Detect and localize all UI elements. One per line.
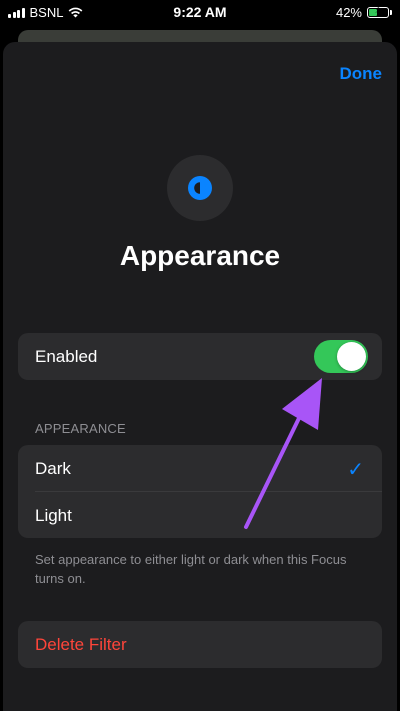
checkmark-icon: ✓: [347, 459, 364, 481]
page-title: Appearance: [119, 240, 281, 271]
battery-cap: [390, 10, 392, 15]
enabled-row: Enabled: [18, 333, 382, 380]
status-bar: BSNL 9:22 AM 42% ⚡: [0, 0, 400, 26]
enabled-label: Enabled: [35, 347, 98, 366]
delete-filter-label: Delete Filter: [35, 635, 127, 654]
enabled-toggle[interactable]: [314, 340, 368, 373]
option-dark-label: Dark: [35, 459, 71, 478]
section-header-appearance: APPEARANCE: [35, 421, 126, 436]
battery-percent: 42%: [335, 5, 362, 20]
done-button[interactable]: Done: [340, 64, 383, 84]
status-bar-right: 42% ⚡: [336, 5, 392, 20]
section-footer-note: Set appearance to either light or dark w…: [35, 552, 347, 586]
appearance-half-circle-icon: [188, 176, 212, 200]
battery-charging-icon: ⚡: [367, 5, 389, 18]
option-light-label: Light: [35, 506, 72, 525]
toggle-knob: [337, 342, 366, 371]
option-light[interactable]: Light: [18, 492, 382, 538]
appearance-options-list: Dark ✓ Light: [18, 445, 382, 538]
delete-filter-button[interactable]: Delete Filter: [18, 621, 382, 668]
filter-icon-badge: [167, 155, 233, 221]
option-dark[interactable]: Dark ✓: [18, 445, 382, 491]
